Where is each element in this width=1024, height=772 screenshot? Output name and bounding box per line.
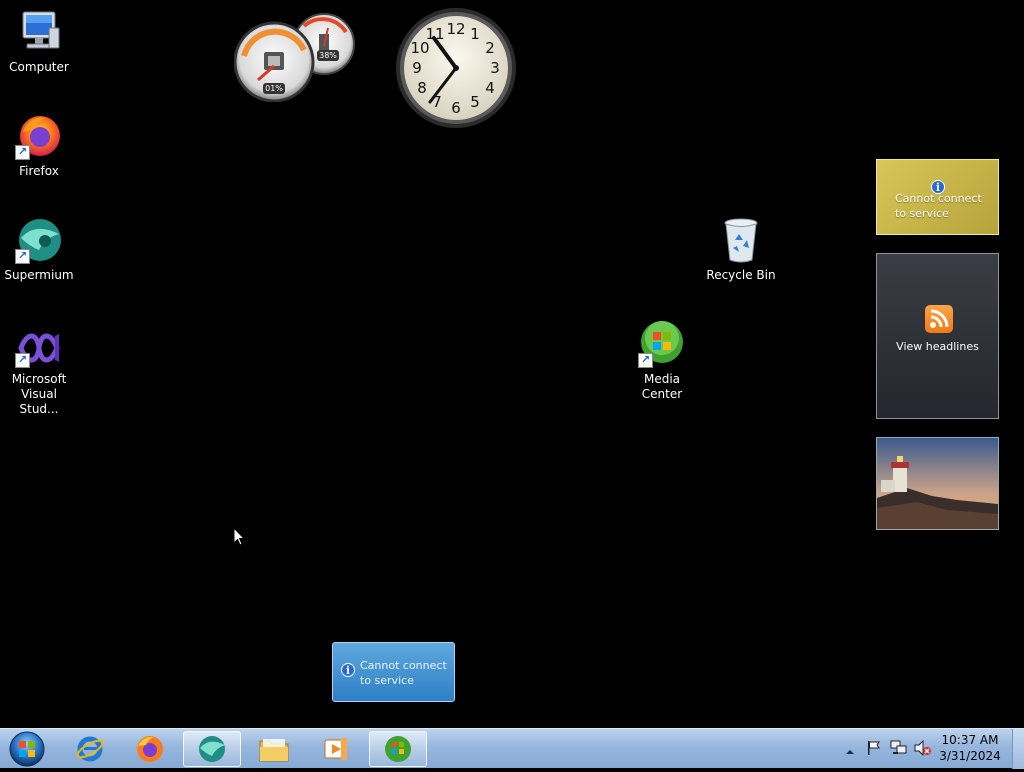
- computer-icon: [15, 8, 63, 56]
- shortcut-arrow-icon: ↗: [638, 353, 653, 368]
- media-center-icon: [385, 736, 411, 762]
- show-hidden-icons-button[interactable]: [845, 742, 855, 761]
- rss-icon: [925, 305, 953, 333]
- desktop-icon-media-center[interactable]: ↗ Media Center: [624, 320, 700, 402]
- action-center-button[interactable]: [866, 740, 882, 760]
- feed-headlines-gadget[interactable]: View headlines: [876, 253, 999, 419]
- shortcut-arrow-icon: ↗: [15, 353, 30, 368]
- mouse-cursor-icon: [233, 526, 246, 550]
- internet-explorer-icon: [76, 736, 104, 762]
- clock-numeral: 4: [485, 79, 495, 97]
- desktop-icon-supermium[interactable]: ↗ Supermium: [1, 216, 77, 283]
- clock-time: 10:37 AM: [941, 733, 999, 747]
- desktop-icon-label: Supermium: [4, 268, 74, 282]
- media-player-icon: [324, 738, 347, 760]
- desktop-icon-visual-studio[interactable]: ↗ Microsoft Visual Stud...: [1, 328, 77, 417]
- desktop-icon-label: Firefox: [19, 164, 59, 178]
- desktop-icon-label: Media Center: [641, 372, 683, 401]
- desktop-icon-firefox[interactable]: ↗ Firefox: [1, 112, 77, 179]
- taskbar-clock[interactable]: 10:37 AM 3/31/2024: [938, 732, 1002, 764]
- network-icon: [890, 740, 907, 754]
- clock-date: 3/31/2024: [939, 749, 1001, 763]
- desktop-icon-label: Microsoft Visual Stud...: [11, 372, 67, 416]
- recycle-bin-icon: [717, 216, 765, 264]
- clock-numeral: 12: [446, 20, 465, 38]
- clock-numeral: 1: [470, 25, 480, 43]
- network-button[interactable]: [890, 740, 908, 760]
- supermium-icon: [199, 736, 225, 762]
- media-center-icon: ↗: [638, 320, 686, 368]
- taskbar-media-center-button[interactable]: [369, 731, 427, 767]
- currency-error-message: Cannot connect to service: [895, 192, 982, 220]
- clock-numeral: 3: [490, 59, 500, 77]
- visual-studio-icon: ↗: [15, 328, 63, 368]
- start-button[interactable]: [4, 730, 50, 768]
- cpu-meter-gadget[interactable]: 01% 38%: [233, 10, 358, 103]
- weather-error-message: Cannot connect to service: [360, 659, 447, 687]
- slideshow-gadget[interactable]: [876, 437, 999, 530]
- clock-gadget[interactable]: 12 1 2 3 4 5 6 7 8 9 10 11: [394, 6, 518, 130]
- desktop-icon-label: Computer: [9, 60, 69, 74]
- show-desktop-button[interactable]: [1012, 729, 1024, 769]
- cpu-usage-readout: 01%: [263, 83, 285, 94]
- lighthouse-photo: [877, 438, 998, 529]
- clock-numeral: 6: [451, 99, 461, 117]
- desktop-icon-recycle-bin[interactable]: Recycle Bin: [703, 216, 779, 283]
- desktop-icon-label: Recycle Bin: [706, 268, 776, 282]
- supermium-icon: ↗: [15, 216, 63, 264]
- clock-numeral: 9: [412, 59, 422, 77]
- folder-icon: [259, 739, 289, 762]
- shortcut-arrow-icon: ↗: [15, 145, 30, 160]
- view-headlines-link[interactable]: View headlines: [877, 340, 998, 353]
- taskbar-internet-explorer-button[interactable]: [61, 731, 119, 767]
- taskbar-supermium-button[interactable]: [183, 731, 241, 767]
- firefox-icon: [137, 736, 163, 762]
- taskbar-firefox-button[interactable]: [121, 731, 179, 767]
- volume-muted-icon: [914, 739, 931, 757]
- taskbar-file-explorer-button[interactable]: [245, 731, 303, 767]
- taskbar: 10:37 AM 3/31/2024: [0, 728, 1024, 769]
- clock-numeral: 8: [417, 79, 427, 97]
- memory-usage-readout: 38%: [317, 50, 339, 61]
- flag-icon: [868, 741, 880, 755]
- clock-numeral: 2: [485, 39, 495, 57]
- windows-orb-icon: [9, 731, 45, 767]
- taskbar-media-player-button[interactable]: [307, 731, 365, 767]
- desktop[interactable]: Computer ↗ Firefox ↗ Supermium ↗ Microso…: [0, 0, 1024, 728]
- clock-numeral: 5: [470, 93, 480, 111]
- chevron-up-icon: [846, 750, 854, 754]
- shortcut-arrow-icon: ↗: [15, 249, 30, 264]
- firefox-icon: ↗: [15, 112, 63, 160]
- volume-button[interactable]: [914, 739, 932, 760]
- currency-gadget[interactable]: i Cannot connect to service: [876, 159, 999, 235]
- info-icon: i: [341, 663, 355, 677]
- desktop-icon-computer[interactable]: Computer: [1, 8, 77, 75]
- weather-gadget[interactable]: i Cannot connect to service: [332, 642, 455, 702]
